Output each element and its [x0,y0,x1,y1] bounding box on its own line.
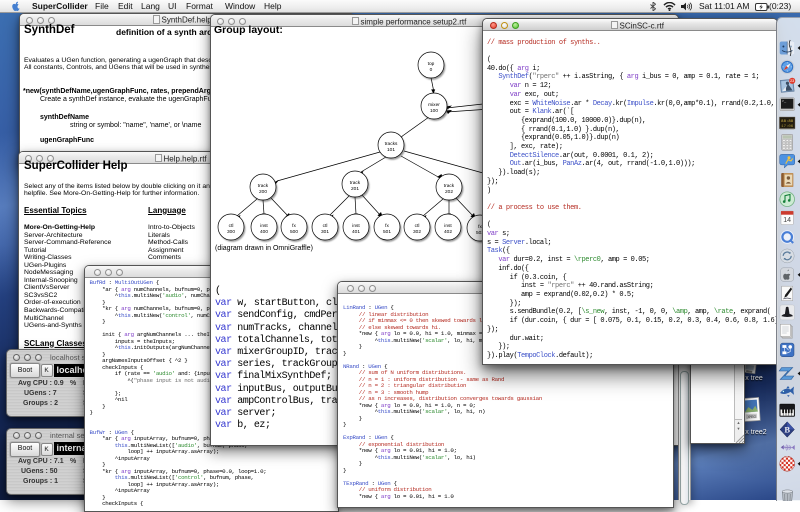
svg-text:501: 501 [383,229,391,235]
svg-text:402: 402 [444,229,452,235]
svg-text:101: 101 [387,147,395,153]
svg-text:100: 100 [430,108,438,114]
svg-text:88:88: 88:88 [781,120,794,124]
svg-text:track: track [444,183,455,189]
svg-text:B: B [784,425,790,435]
svg-text:inst: inst [444,223,452,229]
svg-text:0: 0 [430,67,433,73]
svg-text:14: 14 [783,217,791,224]
svg-text:23: 23 [790,79,794,83]
svg-text:ctl: ctl [323,223,328,229]
svg-text:JPEG: JPEG [747,415,757,420]
svg-text:202: 202 [445,189,453,195]
svg-text:track: track [258,183,269,189]
svg-text:top: top [428,61,435,67]
svg-text:track: track [350,180,361,186]
svg-text:tracks: tracks [385,141,398,147]
svg-text:401: 401 [352,229,360,235]
svg-text:inst: inst [352,223,360,229]
svg-text:ctl: ctl [229,223,234,229]
svg-text:inst: inst [260,223,268,229]
svg-text:17:06: 17:06 [781,125,794,129]
svg-text:200: 200 [259,189,267,195]
svg-text:300: 300 [227,229,235,235]
svg-text:fx: fx [292,223,296,229]
svg-text:fx: fx [385,223,389,229]
svg-text:201: 201 [351,186,359,192]
svg-text:ctl: ctl [415,223,420,229]
svg-text:500: 500 [290,229,298,235]
svg-text:302: 302 [413,229,421,235]
svg-text:mixer: mixer [428,102,440,108]
svg-text:301: 301 [321,229,329,235]
svg-text:400: 400 [260,229,268,235]
